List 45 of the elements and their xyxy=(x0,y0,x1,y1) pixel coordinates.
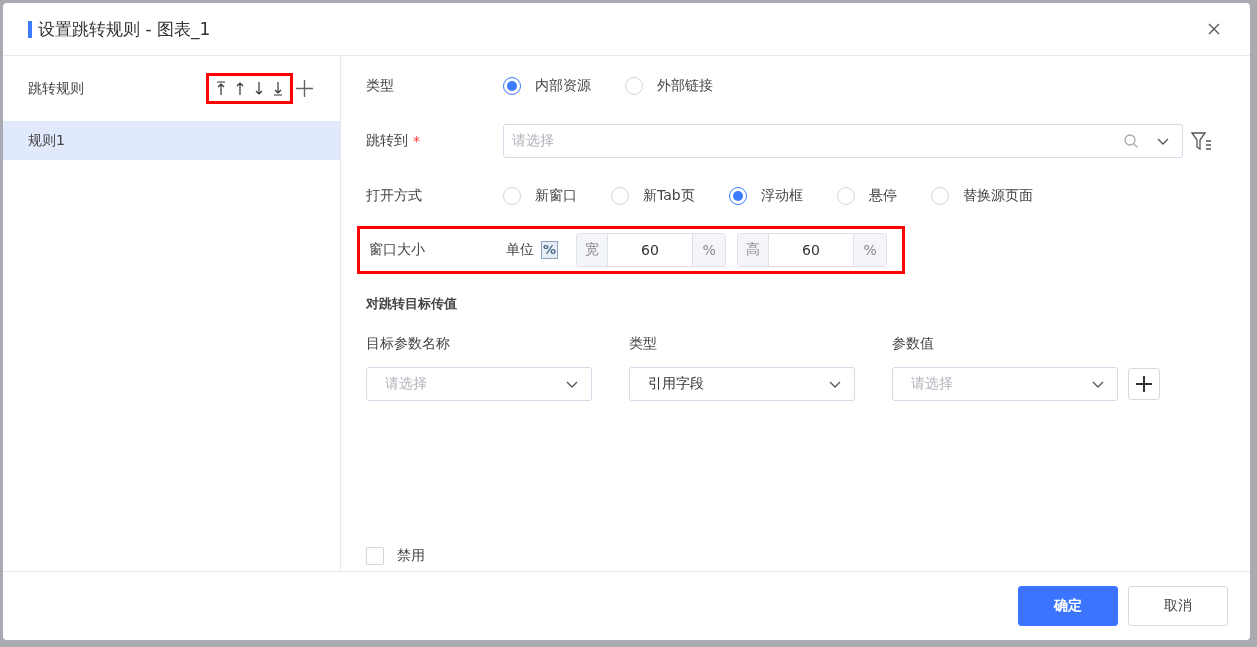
field-suffix: % xyxy=(692,234,726,266)
field-label: 类型 xyxy=(366,77,395,95)
radio-label: 内部资源 xyxy=(535,77,591,95)
checkbox[interactable] xyxy=(366,547,384,565)
radio-label: 外部链接 xyxy=(657,77,713,95)
column-label: 参数值 xyxy=(892,335,935,353)
section-title: 对跳转目标传值 xyxy=(366,295,457,313)
chevron-down-icon[interactable] xyxy=(1156,136,1170,146)
required-mark: * xyxy=(413,133,420,149)
sidebar-title: 跳转规则 xyxy=(28,79,85,98)
radio-label: 浮动框 xyxy=(760,187,803,205)
dialog-title: 设置跳转规则 - 图表_1 xyxy=(38,17,211,41)
add-button[interactable] xyxy=(1128,368,1160,400)
move-to-bottom-icon[interactable] xyxy=(273,81,283,96)
field-label: 窗口大小 xyxy=(369,241,426,259)
filter-icon[interactable] xyxy=(1191,131,1212,151)
chevron-down-icon[interactable] xyxy=(828,379,842,389)
checkbox-label: 禁用 xyxy=(397,547,425,565)
chevron-down-icon[interactable] xyxy=(565,379,579,389)
number-field[interactable]: 宽 60 % xyxy=(576,233,727,267)
close-icon[interactable] xyxy=(1208,23,1220,35)
confirm-button[interactable]: 确定 xyxy=(1018,586,1118,626)
field-prefix: 宽 xyxy=(577,234,609,266)
field-label: 跳转到 xyxy=(366,132,408,150)
cancel-button[interactable]: 取消 xyxy=(1128,586,1228,626)
field-prefix: 高 xyxy=(738,234,770,266)
radio-label: 新窗口 xyxy=(535,187,577,205)
unit-toggle[interactable]: % xyxy=(541,241,559,259)
field-label: 打开方式 xyxy=(366,187,423,205)
column-label: 目标参数名称 xyxy=(366,335,451,353)
arrow-up-icon[interactable] xyxy=(235,81,245,96)
unit-label: 单位 xyxy=(506,241,534,259)
chevron-down-icon[interactable] xyxy=(1091,379,1105,389)
radio-label: 替换源页面 xyxy=(962,187,1033,205)
arrow-down-icon[interactable] xyxy=(254,81,264,96)
radio-label: 新Tab页 xyxy=(643,187,695,205)
radio-label: 悬停 xyxy=(868,187,897,205)
column-label: 类型 xyxy=(629,335,658,353)
field-suffix: % xyxy=(853,234,887,266)
plus-icon[interactable] xyxy=(296,80,313,97)
rule-list-item[interactable]: 规则1 xyxy=(3,121,340,160)
dropdown-select[interactable]: 引用字段 xyxy=(629,367,855,401)
number-field[interactable]: 高 60 % xyxy=(737,233,888,267)
title-accent-bar xyxy=(28,20,32,38)
move-to-top-icon[interactable] xyxy=(216,81,226,96)
